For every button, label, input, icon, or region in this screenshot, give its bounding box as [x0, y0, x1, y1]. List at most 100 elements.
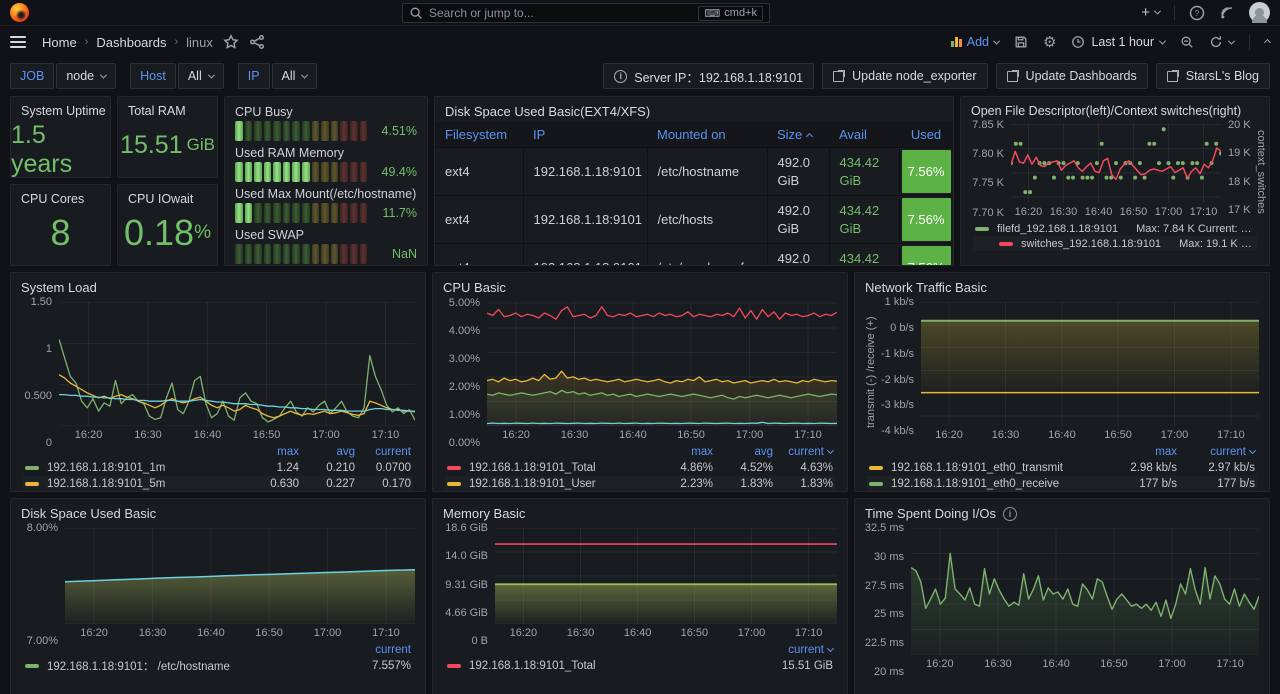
update-dashboards-link[interactable]: Update Dashboards — [996, 63, 1148, 89]
disk-space-chart: 8.00%7.00% 16:2016:3016:4016:5017:0017:1… — [11, 524, 425, 641]
legend-marker — [999, 242, 1013, 246]
panel-title[interactable]: System Uptime — [11, 97, 110, 121]
time-range-picker[interactable]: Last 1 hour — [1071, 35, 1165, 49]
server-ip-button[interactable]: iServer IP：192.168.1.18:9101 — [603, 63, 814, 89]
legend-header[interactable]: max — [653, 446, 713, 458]
update-node-exporter-link[interactable]: Update node_exporter — [822, 63, 987, 89]
legend-header[interactable]: current — [753, 644, 833, 656]
panel-network-traffic: Network Traffic Basic transmit (-) /rece… — [854, 272, 1270, 492]
legend-header[interactable]: current — [1177, 446, 1255, 458]
legend-header[interactable]: avg — [299, 446, 355, 458]
column-header-avail[interactable]: Avail — [829, 122, 899, 148]
chevron-up-icon[interactable] — [1264, 38, 1271, 45]
legend-series-name[interactable]: switches_192.168.1.18:9101Max: 19.1 K Cu… — [1021, 238, 1255, 250]
cpu-basic-legend[interactable]: maxavgcurrent 192.168.1.18:9101_Total4.86… — [433, 443, 847, 492]
column-header-size[interactable]: Size — [767, 122, 829, 148]
user-avatar[interactable] — [1249, 2, 1270, 23]
save-icon[interactable] — [1014, 35, 1028, 49]
panel-total-ram: Total RAM 15.51GiB — [117, 96, 218, 178]
zoom-out-icon[interactable] — [1180, 35, 1194, 49]
column-header-ip[interactable]: IP — [523, 122, 647, 148]
legend-series-name[interactable]: 192.168.1.18:9101_eth0_receive — [891, 478, 1099, 490]
openfile-legend[interactable]: filefd_192.168.1.18:9101Max: 7.84 K Curr… — [961, 220, 1269, 257]
gauge-segment — [264, 121, 272, 141]
new-menu-button[interactable]: + — [1141, 4, 1160, 21]
legend-value: 4.86% — [653, 462, 713, 474]
legend-series-name[interactable]: 192.168.1.18:9101_Total — [469, 660, 753, 672]
column-header-used[interactable]: Used — [899, 122, 953, 148]
help-icon[interactable]: ? — [1189, 5, 1205, 21]
gauge-segment — [350, 244, 358, 264]
legend-series-name[interactable]: 192.168.1.18:9101_1m — [47, 462, 243, 474]
grafana-logo-icon[interactable] — [10, 3, 29, 22]
info-icon[interactable]: i — [1003, 507, 1017, 521]
panel-title[interactable]: Disk Space Used Basic(EXT4/XFS) — [435, 97, 953, 122]
axis-tick-label: -4 kb/s — [881, 425, 914, 437]
breadcrumb-dashboards[interactable]: Dashboards — [96, 35, 166, 50]
legend-marker — [975, 227, 989, 231]
legend-header[interactable]: current — [355, 446, 411, 458]
legend-series-name[interactable]: 192.168.1.18:9101_eth0_transmit — [891, 462, 1099, 474]
column-header-mounted-on[interactable]: Mounted on — [647, 122, 767, 148]
panel-title[interactable]: System Load — [11, 273, 425, 298]
legend-series-name[interactable]: filefd_192.168.1.18:9101Max: 7.84 K Curr… — [997, 223, 1255, 235]
gauge-segment — [264, 244, 272, 264]
gauge-segment — [273, 121, 281, 141]
legend-value: 177 b/s — [1099, 478, 1177, 490]
panel-title[interactable]: CPU Cores — [11, 185, 110, 209]
ip-variable-select[interactable]: All — [272, 63, 318, 89]
legend-header[interactable]: max — [1099, 446, 1177, 458]
panel-disk-space-table: Disk Space Used Basic(EXT4/XFS) Filesyst… — [434, 96, 954, 266]
panel-title[interactable]: Memory Basic — [433, 499, 847, 524]
blog-link[interactable]: StarsL's Blog — [1156, 63, 1270, 89]
memory-basic-legend[interactable]: current192.168.1.18:9101_Total15.51 GiB — [433, 641, 847, 680]
time-tick-label: 16:50 — [255, 627, 283, 639]
legend-series-name[interactable]: 192.168.1.18:9101_5m — [47, 478, 243, 490]
legend-header[interactable]: avg — [713, 446, 773, 458]
legend-series-name[interactable]: 192.168.1.18:9101_Total — [469, 462, 653, 474]
host-variable-select[interactable]: All — [178, 63, 224, 89]
time-tick-label: 16:50 — [681, 627, 709, 639]
disk-space-legend[interactable]: current192.168.1.18:9101： /etc/hostname7… — [11, 641, 425, 680]
panel-title[interactable]: CPU Basic — [433, 273, 847, 298]
panel-title[interactable]: Disk Space Used Basic — [11, 499, 425, 524]
axis-tick-label: 7.00% — [27, 635, 58, 647]
search-input[interactable]: Search or jump to... ⌨cmd+k — [402, 3, 770, 23]
refresh-interval-dropdown[interactable] — [1228, 37, 1235, 44]
panel-title[interactable]: Time Spent Doing I/Os i — [855, 499, 1269, 524]
disk-table-header[interactable]: FilesystemIPMounted onSizeAvailUsed — [435, 122, 953, 148]
legend-series-name[interactable]: 192.168.1.18:9101： /etc/hostname — [47, 658, 341, 674]
openfile-chart: 7.85 K7.80 K7.75 K7.70 K 16:2016:3016:40… — [961, 121, 1269, 220]
refresh-button[interactable] — [1209, 35, 1234, 49]
hamburger-menu-icon[interactable] — [10, 36, 26, 48]
column-header-filesystem[interactable]: Filesystem — [435, 122, 523, 148]
add-panel-button[interactable]: Add — [951, 35, 999, 49]
axis-tick-label: 0.500 — [24, 390, 52, 402]
breadcrumb-home[interactable]: Home — [42, 35, 77, 50]
gauge-segment — [254, 244, 262, 264]
gauge-segment — [312, 244, 320, 264]
legend-header[interactable]: current — [773, 446, 833, 458]
search-icon — [409, 6, 423, 20]
sort-chevron-icon — [1249, 447, 1256, 454]
panel-title[interactable]: Open File Descriptor(left)/Context switc… — [961, 97, 1269, 121]
gauge-segment — [302, 162, 310, 182]
legend-value: 1.24 — [243, 462, 299, 474]
settings-gear-icon[interactable]: ⚙ — [1043, 33, 1056, 51]
legend-header[interactable]: current — [341, 644, 411, 656]
network-traffic-legend[interactable]: maxcurrent 192.168.1.18:9101_eth0_transmi… — [855, 443, 1269, 492]
panel-cpu-iowait: CPU IOwait 0.18% — [117, 184, 218, 266]
job-variable-select[interactable]: node — [56, 63, 116, 89]
axis-tick-label: 0 — [46, 437, 52, 449]
star-icon[interactable] — [223, 34, 239, 50]
system-load-legend[interactable]: maxavgcurrent192.168.1.18:9101_1m1.240.2… — [11, 443, 425, 492]
legend-series-name[interactable]: 192.168.1.18:9101_User — [469, 478, 653, 490]
legend-header[interactable]: max — [243, 446, 299, 458]
panel-title[interactable]: Total RAM — [118, 97, 217, 121]
share-icon[interactable] — [249, 34, 265, 50]
panel-title[interactable]: CPU IOwait — [118, 185, 217, 209]
panel-title[interactable]: Network Traffic Basic — [855, 273, 1269, 298]
axis-tick-label: 14.0 GiB — [445, 550, 488, 562]
news-rss-icon[interactable] — [1219, 5, 1235, 21]
used-percent-cell: 7.56% — [902, 246, 951, 266]
